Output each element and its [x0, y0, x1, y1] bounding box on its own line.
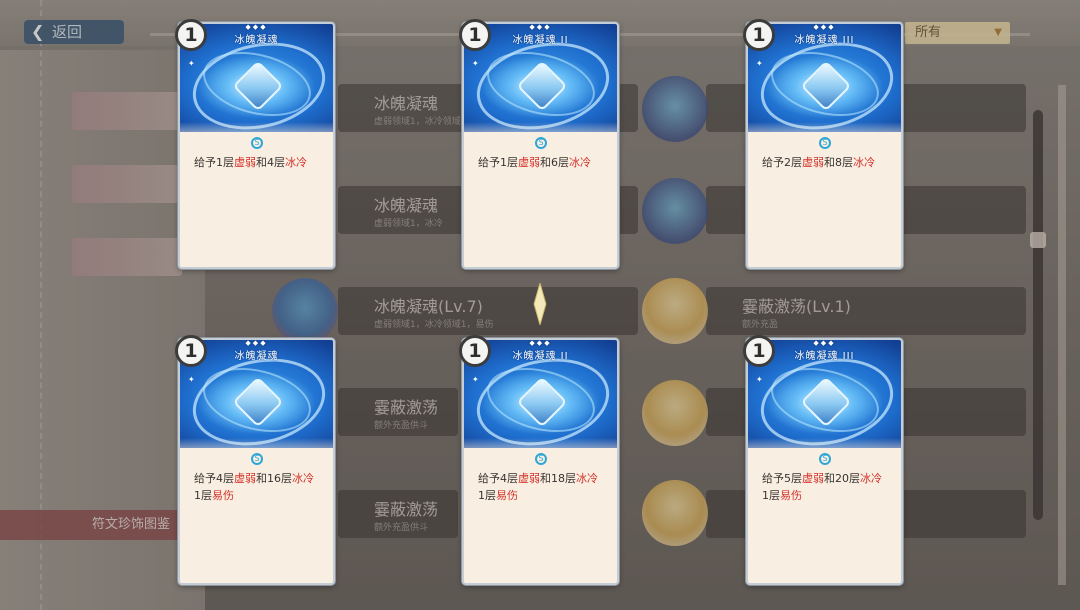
star-icon: ✦: [188, 375, 195, 384]
cost-badge: 1: [743, 335, 775, 367]
description-text: 给予4层: [478, 472, 518, 485]
cost-badge: 1: [175, 19, 207, 51]
keyword-highlight: 虚弱: [802, 156, 824, 169]
keyword-highlight: 冰冷: [853, 156, 875, 169]
skill-card[interactable]: ◆◆◆ 冰魄凝魂 ✦ S 给予4层虚弱和16层冰冷 1层易伤: [178, 338, 335, 585]
description-text: 和20层: [824, 472, 860, 485]
keyword-highlight: 虚弱: [518, 156, 540, 169]
skill-type-icon: S: [819, 453, 831, 465]
skill-type-icon: S: [535, 453, 547, 465]
keyword-highlight: 易伤: [496, 489, 518, 502]
description-text: 和8层: [824, 156, 853, 169]
keyword-highlight: 虚弱: [234, 472, 256, 485]
skill-card[interactable]: ◆◆◆ 冰魄凝魂 II ✦ S 给予4层虚弱和18层冰冷 1层易伤: [462, 338, 619, 585]
skill-card[interactable]: ◆◆◆ 冰魄凝魂 II ✦ S 给予1层虚弱和6层冰冷: [462, 22, 619, 269]
cost-badge: 1: [175, 335, 207, 367]
description-text: 和6层: [540, 156, 569, 169]
cost-badge: 1: [743, 19, 775, 51]
keyword-highlight: 易伤: [780, 489, 802, 502]
cost-badge: 1: [459, 335, 491, 367]
keyword-highlight: 冰冷: [576, 472, 598, 485]
star-icon: ✦: [756, 375, 763, 384]
description-text: 给予4层: [194, 472, 234, 485]
card-description: 给予5层虚弱和20层冰冷 1层易伤: [762, 470, 897, 504]
keyword-highlight: 虚弱: [802, 472, 824, 485]
description-text: 和4层: [256, 156, 285, 169]
keyword-highlight: 冰冷: [569, 156, 591, 169]
description-text: 1层: [194, 489, 212, 502]
star-icon: ✦: [188, 59, 195, 68]
star-icon: ✦: [472, 59, 479, 68]
skill-type-icon: S: [251, 137, 263, 149]
description-line-2: 1层易伤: [478, 487, 613, 504]
description-text: 给予1层: [194, 156, 234, 169]
description-line-1: 给予2层虚弱和8层冰冷: [762, 154, 897, 171]
skill-type-icon: S: [819, 137, 831, 149]
card-description: 给予2层虚弱和8层冰冷: [762, 154, 897, 171]
description-text: 给予1层: [478, 156, 518, 169]
description-line-1: 给予1层虚弱和6层冰冷: [478, 154, 613, 171]
skill-card[interactable]: ◆◆◆ 冰魄凝魂 III ✦ S 给予5层虚弱和20层冰冷 1层易伤: [746, 338, 903, 585]
upgrade-arrow-icon: [533, 283, 547, 325]
card-description: 给予4层虚弱和16层冰冷 1层易伤: [194, 470, 329, 504]
description-line-1: 给予5层虚弱和20层冰冷: [762, 470, 897, 487]
description-line-1: 给予1层虚弱和4层冰冷: [194, 154, 329, 171]
description-line-2: 1层易伤: [762, 487, 897, 504]
keyword-highlight: 冰冷: [860, 472, 882, 485]
description-text: 给予5层: [762, 472, 802, 485]
skill-type-icon: S: [251, 453, 263, 465]
description-line-1: 给予4层虚弱和16层冰冷: [194, 470, 329, 487]
keyword-highlight: 冰冷: [285, 156, 307, 169]
star-icon: ✦: [756, 59, 763, 68]
card-description: 给予4层虚弱和18层冰冷 1层易伤: [478, 470, 613, 504]
description-line-1: 给予4层虚弱和18层冰冷: [478, 470, 613, 487]
skill-card[interactable]: ◆◆◆ 冰魄凝魂 III ✦ S 给予2层虚弱和8层冰冷: [746, 22, 903, 269]
skill-card[interactable]: ◆◆◆ 冰魄凝魂 ✦ S 给予1层虚弱和4层冰冷: [178, 22, 335, 269]
keyword-highlight: 易伤: [212, 489, 234, 502]
cost-badge: 1: [459, 19, 491, 51]
description-text: 1层: [478, 489, 496, 502]
description-text: 和18层: [540, 472, 576, 485]
keyword-highlight: 虚弱: [518, 472, 540, 485]
card-description: 给予1层虚弱和6层冰冷: [478, 154, 613, 171]
description-text: 给予2层: [762, 156, 802, 169]
keyword-highlight: 虚弱: [234, 156, 256, 169]
keyword-highlight: 冰冷: [292, 472, 314, 485]
description-line-2: 1层易伤: [194, 487, 329, 504]
skill-type-icon: S: [535, 137, 547, 149]
star-icon: ✦: [472, 375, 479, 384]
description-text: 1层: [762, 489, 780, 502]
description-text: 和16层: [256, 472, 292, 485]
card-description: 给予1层虚弱和4层冰冷: [194, 154, 329, 171]
